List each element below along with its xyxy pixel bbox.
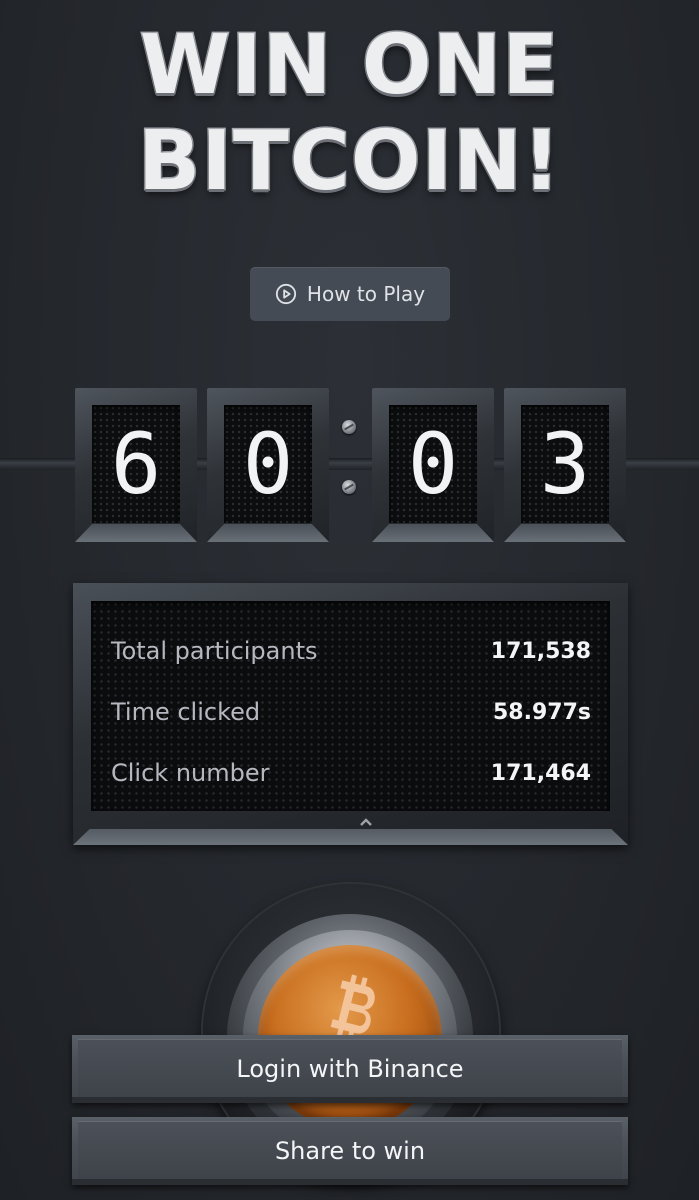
stat-label: Total participants [111, 637, 318, 665]
counter-digit-3: 0 [372, 388, 494, 542]
digit-value: 0 [407, 415, 459, 513]
how-to-play-button[interactable]: How to Play [250, 267, 450, 321]
chevron-up-icon[interactable] [359, 815, 373, 829]
title-line-2: BITCOIN! [136, 113, 562, 211]
how-to-play-label: How to Play [306, 282, 426, 306]
stat-row-click-number: Click number 171,464 [111, 759, 591, 787]
screw-icon [342, 420, 356, 434]
stat-label: Click number [111, 759, 270, 787]
counter-digit-2: 0 [207, 388, 329, 542]
stat-value: 171,538 [490, 638, 591, 664]
stat-row-participants: Total participants 171,538 [111, 637, 591, 665]
stat-row-time-clicked: Time clicked 58.977s [111, 698, 591, 726]
stat-label: Time clicked [111, 698, 261, 726]
digit-value: 0 [242, 415, 294, 513]
counter-digit-1: 6 [75, 388, 197, 542]
login-button-label: Login with Binance [236, 1055, 464, 1083]
stats-panel: Total participants 171,538 Time clicked … [73, 583, 628, 845]
screw-icon [342, 480, 356, 494]
digit-value: 6 [110, 415, 162, 513]
share-button-label: Share to win [274, 1137, 426, 1165]
stat-value: 58.977s [493, 699, 591, 725]
counter-digit-4: 3 [504, 388, 626, 542]
stat-value: 171,464 [490, 760, 591, 786]
play-circle-icon [275, 283, 297, 305]
game-page: WIN ONE BITCOIN! How to Play 6 0 0 3 Tot… [0, 0, 699, 1200]
title-line-1: WIN ONE [138, 17, 560, 115]
page-title: WIN ONE BITCOIN! [0, 17, 699, 211]
digit-value: 3 [539, 415, 591, 513]
login-with-binance-button[interactable]: Login with Binance [72, 1035, 628, 1103]
share-to-win-button[interactable]: Share to win [72, 1117, 628, 1185]
